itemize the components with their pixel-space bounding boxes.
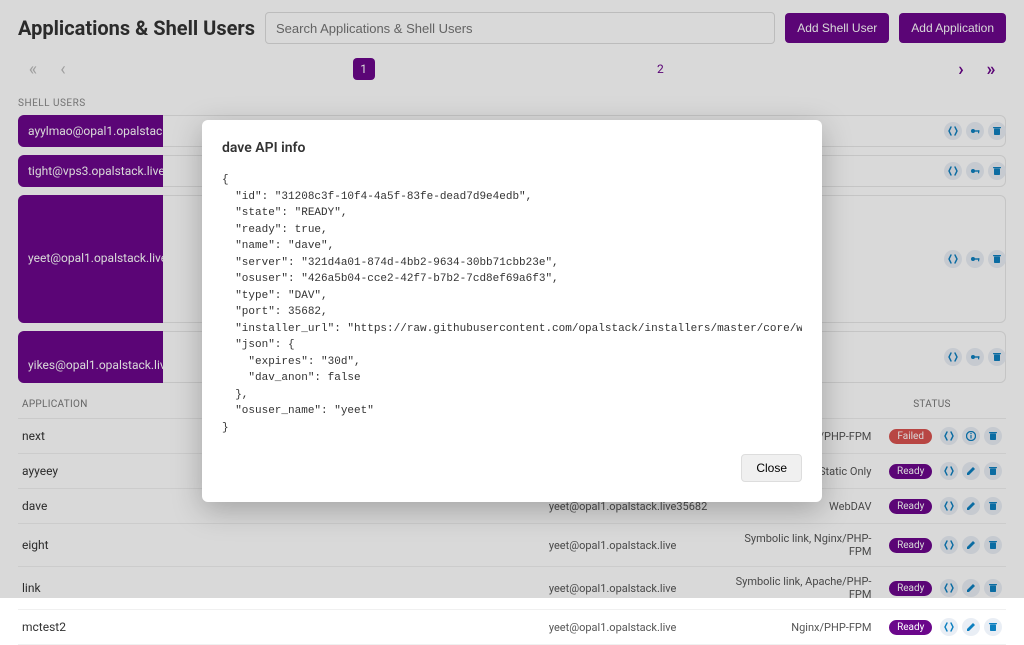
edit-icon[interactable] (962, 618, 980, 636)
app-type: Nginx/PHP-FPM (735, 621, 882, 634)
modal-json-body: { "id": "31208c3f-10f4-4a5f-83fe-dead7d9… (222, 172, 802, 436)
table-row: mctest2yeet@opal1.opalstack.live Nginx/PH… (18, 610, 1006, 645)
app-name: mctest2 (22, 620, 549, 634)
modal-overlay: dave API info { "id": "31208c3f-10f4-4a5… (0, 0, 1024, 598)
code-icon[interactable] (940, 618, 958, 636)
api-info-modal: dave API info { "id": "31208c3f-10f4-4a5… (202, 120, 822, 502)
modal-title: dave API info (222, 140, 802, 156)
status-badge: Ready (889, 620, 932, 635)
close-button[interactable]: Close (741, 454, 802, 482)
app-user: yeet@opal1.opalstack.live (549, 621, 677, 634)
trash-icon[interactable] (984, 618, 1002, 636)
